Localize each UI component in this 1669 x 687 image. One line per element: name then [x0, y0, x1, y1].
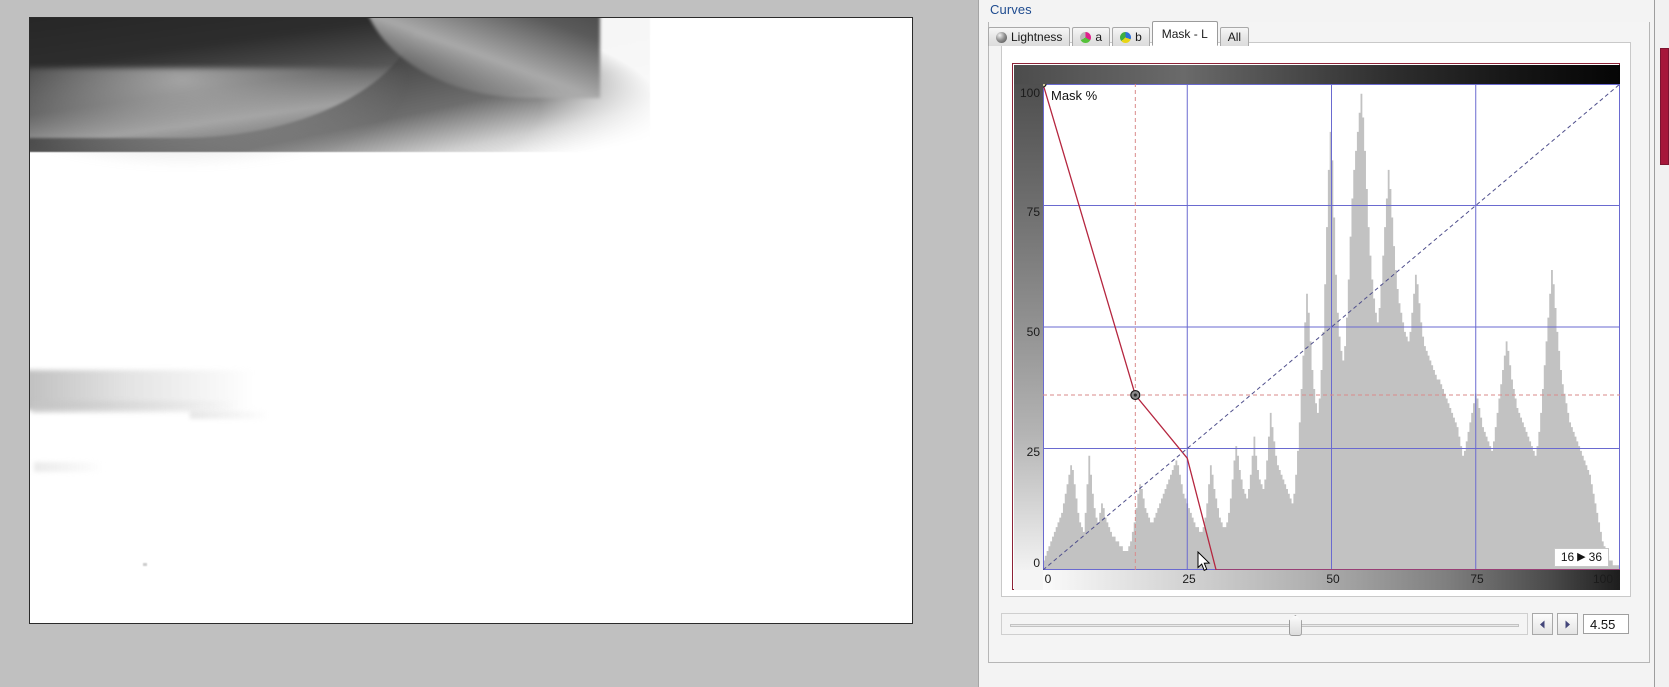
tab-all[interactable]: All: [1219, 27, 1250, 46]
accent-color-strip[interactable]: [1660, 48, 1669, 165]
curve-canvas[interactable]: [1043, 84, 1620, 570]
tab-lightness[interactable]: Lightness: [988, 27, 1071, 46]
curve-control-point-1-core: [1133, 393, 1137, 397]
image-preview-frame[interactable]: [29, 17, 913, 624]
y-tick-100: 100: [1019, 86, 1040, 100]
slider-thumb[interactable]: [1288, 615, 1302, 636]
curve-value-readout: 16 ▶ 36: [1553, 548, 1609, 567]
curve-plot-svg[interactable]: [1043, 84, 1620, 570]
right-edge-panel: [1654, 0, 1669, 687]
x-tick-25: 25: [1182, 572, 1196, 586]
tab-mask-l[interactable]: Mask - L: [1151, 21, 1218, 46]
strength-slider[interactable]: [1001, 613, 1528, 636]
tab-a-label: a: [1095, 30, 1103, 44]
y-tick-0: 0: [1033, 556, 1040, 570]
preview-speck: [143, 563, 147, 566]
readout-output-value: 36: [1588, 550, 1602, 564]
curve-editor: 100 75 50 25 0 0 25 50 75 100 Mask % 16: [1001, 42, 1631, 597]
curves-window: Curves Lightness a b Mask - L All 100 75…: [978, 0, 1669, 687]
image-preview-pane: [0, 0, 1041, 687]
slider-track[interactable]: [1010, 624, 1519, 627]
x-tick-75: 75: [1470, 572, 1484, 586]
a-channel-swatch-icon: [1080, 31, 1092, 43]
curve-control-point-0[interactable]: [1043, 84, 1047, 88]
channel-tab-strip: Lightness a b Mask - L All: [988, 21, 1251, 46]
tab-b[interactable]: b: [1112, 27, 1150, 46]
y-tick-75: 75: [1026, 205, 1040, 219]
x-tick-100: 100: [1592, 572, 1614, 586]
right-arrow-icon: [1565, 620, 1570, 628]
decrement-button[interactable]: [1532, 613, 1553, 635]
x-tick-50: 50: [1326, 572, 1340, 586]
tab-mask-l-label: Mask - L: [1161, 26, 1208, 41]
preview-cloud-band: [30, 68, 546, 188]
readout-input-value: 16: [1560, 550, 1575, 564]
increment-button[interactable]: [1557, 613, 1578, 635]
tab-all-label: All: [1227, 30, 1242, 44]
strength-value-field[interactable]: 4.55: [1583, 614, 1629, 634]
mask-preview-image: [30, 18, 912, 623]
top-luminance-ramp: [1014, 65, 1620, 84]
y-tick-25: 25: [1026, 445, 1040, 459]
preview-wisp-tertiary: [190, 411, 270, 419]
y-tick-50: 50: [1026, 325, 1040, 339]
tab-b-label: b: [1135, 30, 1142, 44]
strength-slider-row: 4.55: [1001, 612, 1629, 636]
tab-a[interactable]: a: [1072, 27, 1111, 46]
app-root: Curves Lightness a b Mask - L All 100 75…: [0, 0, 1669, 687]
window-title: Curves: [990, 2, 1032, 17]
curve-plot-box: 100 75 50 25 0 0 25 50 75 100 Mask % 16: [1012, 63, 1620, 590]
preview-wisp-quaternary: [34, 462, 104, 472]
x-tick-0: 0: [1044, 572, 1052, 586]
plot-axis-label: Mask %: [1051, 88, 1098, 103]
tab-lightness-label: Lightness: [1011, 30, 1063, 44]
readout-arrow-icon: ▶: [1577, 550, 1586, 563]
b-channel-swatch-icon: [1120, 31, 1132, 43]
lightness-swatch-icon: [996, 31, 1007, 43]
left-arrow-icon: [1540, 620, 1545, 628]
